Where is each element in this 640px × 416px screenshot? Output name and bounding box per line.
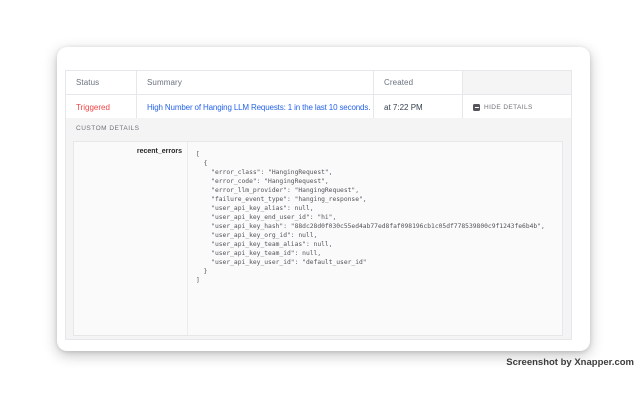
alerts-table: Status Summary Created Triggered High Nu… [65,70,572,120]
actions-cell: HIDE DETAILS [462,95,571,119]
column-header-status: Status [66,71,136,94]
recent-errors-json: [ { "error_class": "HangingRequest", "er… [196,150,558,285]
alerts-card: Status Summary Created Triggered High Nu… [57,47,590,351]
summary-cell: High Number of Hanging LLM Requests: 1 i… [136,95,373,119]
table-header-row: Status Summary Created [66,71,571,94]
created-timestamp: at 7:22 PM [384,103,423,112]
column-header-actions [462,71,571,94]
details-field-key: recent_errors [74,142,188,335]
details-field-value: [ { "error_class": "HangingRequest", "er… [188,142,562,335]
column-header-created: Created [373,71,462,94]
hide-details-button[interactable]: HIDE DETAILS [473,104,533,111]
created-cell: at 7:22 PM [373,95,462,119]
screenshot-canvas: Status Summary Created Triggered High Nu… [0,0,640,416]
column-header-summary: Summary [136,71,373,94]
watermark-text: Screenshot by Xnapper.com [506,357,634,368]
status-cell: Triggered [66,95,136,119]
custom-details-heading: CUSTOM DETAILS [76,125,139,132]
table-row: Triggered High Number of Hanging LLM Req… [66,94,571,119]
alert-summary-link[interactable]: High Number of Hanging LLM Requests: 1 i… [147,103,370,112]
minus-square-icon [473,104,480,111]
hide-details-label: HIDE DETAILS [484,104,533,111]
status-badge: Triggered [76,103,110,112]
details-kv-table: recent_errors [ { "error_class": "Hangin… [73,141,563,336]
custom-details-panel: CUSTOM DETAILS recent_errors [ { "error_… [65,118,572,340]
